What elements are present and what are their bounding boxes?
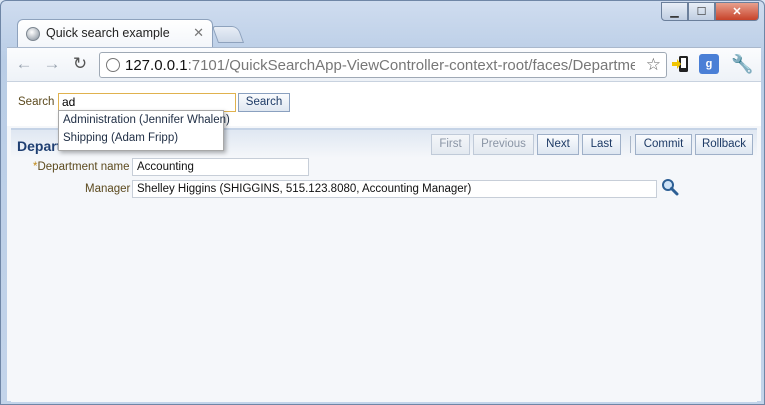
next-button[interactable]: Next	[537, 134, 579, 155]
browser-tab[interactable]: Quick search example ✕	[17, 19, 213, 47]
manager-field[interactable]: Shelley Higgins (SHIGGINS, 515.123.8080,…	[132, 180, 657, 198]
address-bar[interactable]: 127.0.0.1:7101/QuickSearchApp-ViewContro…	[99, 52, 667, 78]
close-window-button[interactable]: ✕	[715, 2, 759, 21]
globe-icon	[26, 27, 40, 41]
toolbar-separator	[630, 136, 631, 153]
window-controls: ▁ ☐ ✕	[661, 2, 759, 21]
page-info-icon[interactable]	[106, 58, 120, 72]
new-tab-button[interactable]	[211, 26, 245, 43]
wrench-icon[interactable]: 🔧	[731, 54, 753, 74]
manager-label: Manager	[85, 183, 131, 195]
department-name-field[interactable]: Accounting	[132, 158, 309, 176]
minimize-button[interactable]: ▁	[661, 2, 688, 21]
search-label: Search	[18, 96, 55, 108]
search-magnifier-icon[interactable]	[661, 178, 679, 196]
suggestion-item[interactable]: Shipping (Adam Fripp)	[59, 129, 223, 147]
forward-icon[interactable]: →	[41, 54, 63, 74]
suggestion-item[interactable]: Administration (Jennifer Whalen)	[59, 111, 230, 129]
search-button[interactable]: Search	[238, 93, 290, 112]
back-icon[interactable]: ←	[13, 54, 35, 74]
bookmark-star-icon[interactable]: ☆	[646, 55, 661, 75]
commit-button[interactable]: Commit	[635, 134, 692, 155]
panel-title: Depart	[17, 138, 62, 154]
autosuggest-popup: Administration (Jennifer Whalen) Shippin…	[58, 110, 230, 151]
google-extension-icon[interactable]: g	[699, 54, 719, 74]
rollback-button[interactable]: Rollback	[695, 134, 753, 155]
first-button[interactable]: First	[431, 134, 470, 155]
reload-icon[interactable]: ↻	[69, 54, 91, 74]
browser-window: Quick search example ✕ ▁ ☐ ✕ ← → ↻ 127.0…	[0, 0, 765, 405]
mobile-extension-icon[interactable]	[671, 54, 691, 74]
close-tab-icon[interactable]: ✕	[193, 25, 204, 41]
browser-toolbar: ← → ↻ 127.0.0.1:7101/QuickSearchApp-View…	[7, 47, 761, 81]
url-text: 127.0.0.1:7101/QuickSearchApp-ViewContro…	[125, 57, 635, 74]
department-name-label: *Department name	[33, 161, 130, 173]
last-button[interactable]: Last	[582, 134, 621, 155]
department-panel: Depart First Previous Next Last Commit R…	[11, 128, 757, 402]
tab-title: Quick search example	[46, 26, 170, 40]
maximize-button[interactable]: ☐	[688, 2, 715, 21]
previous-button[interactable]: Previous	[473, 134, 534, 155]
